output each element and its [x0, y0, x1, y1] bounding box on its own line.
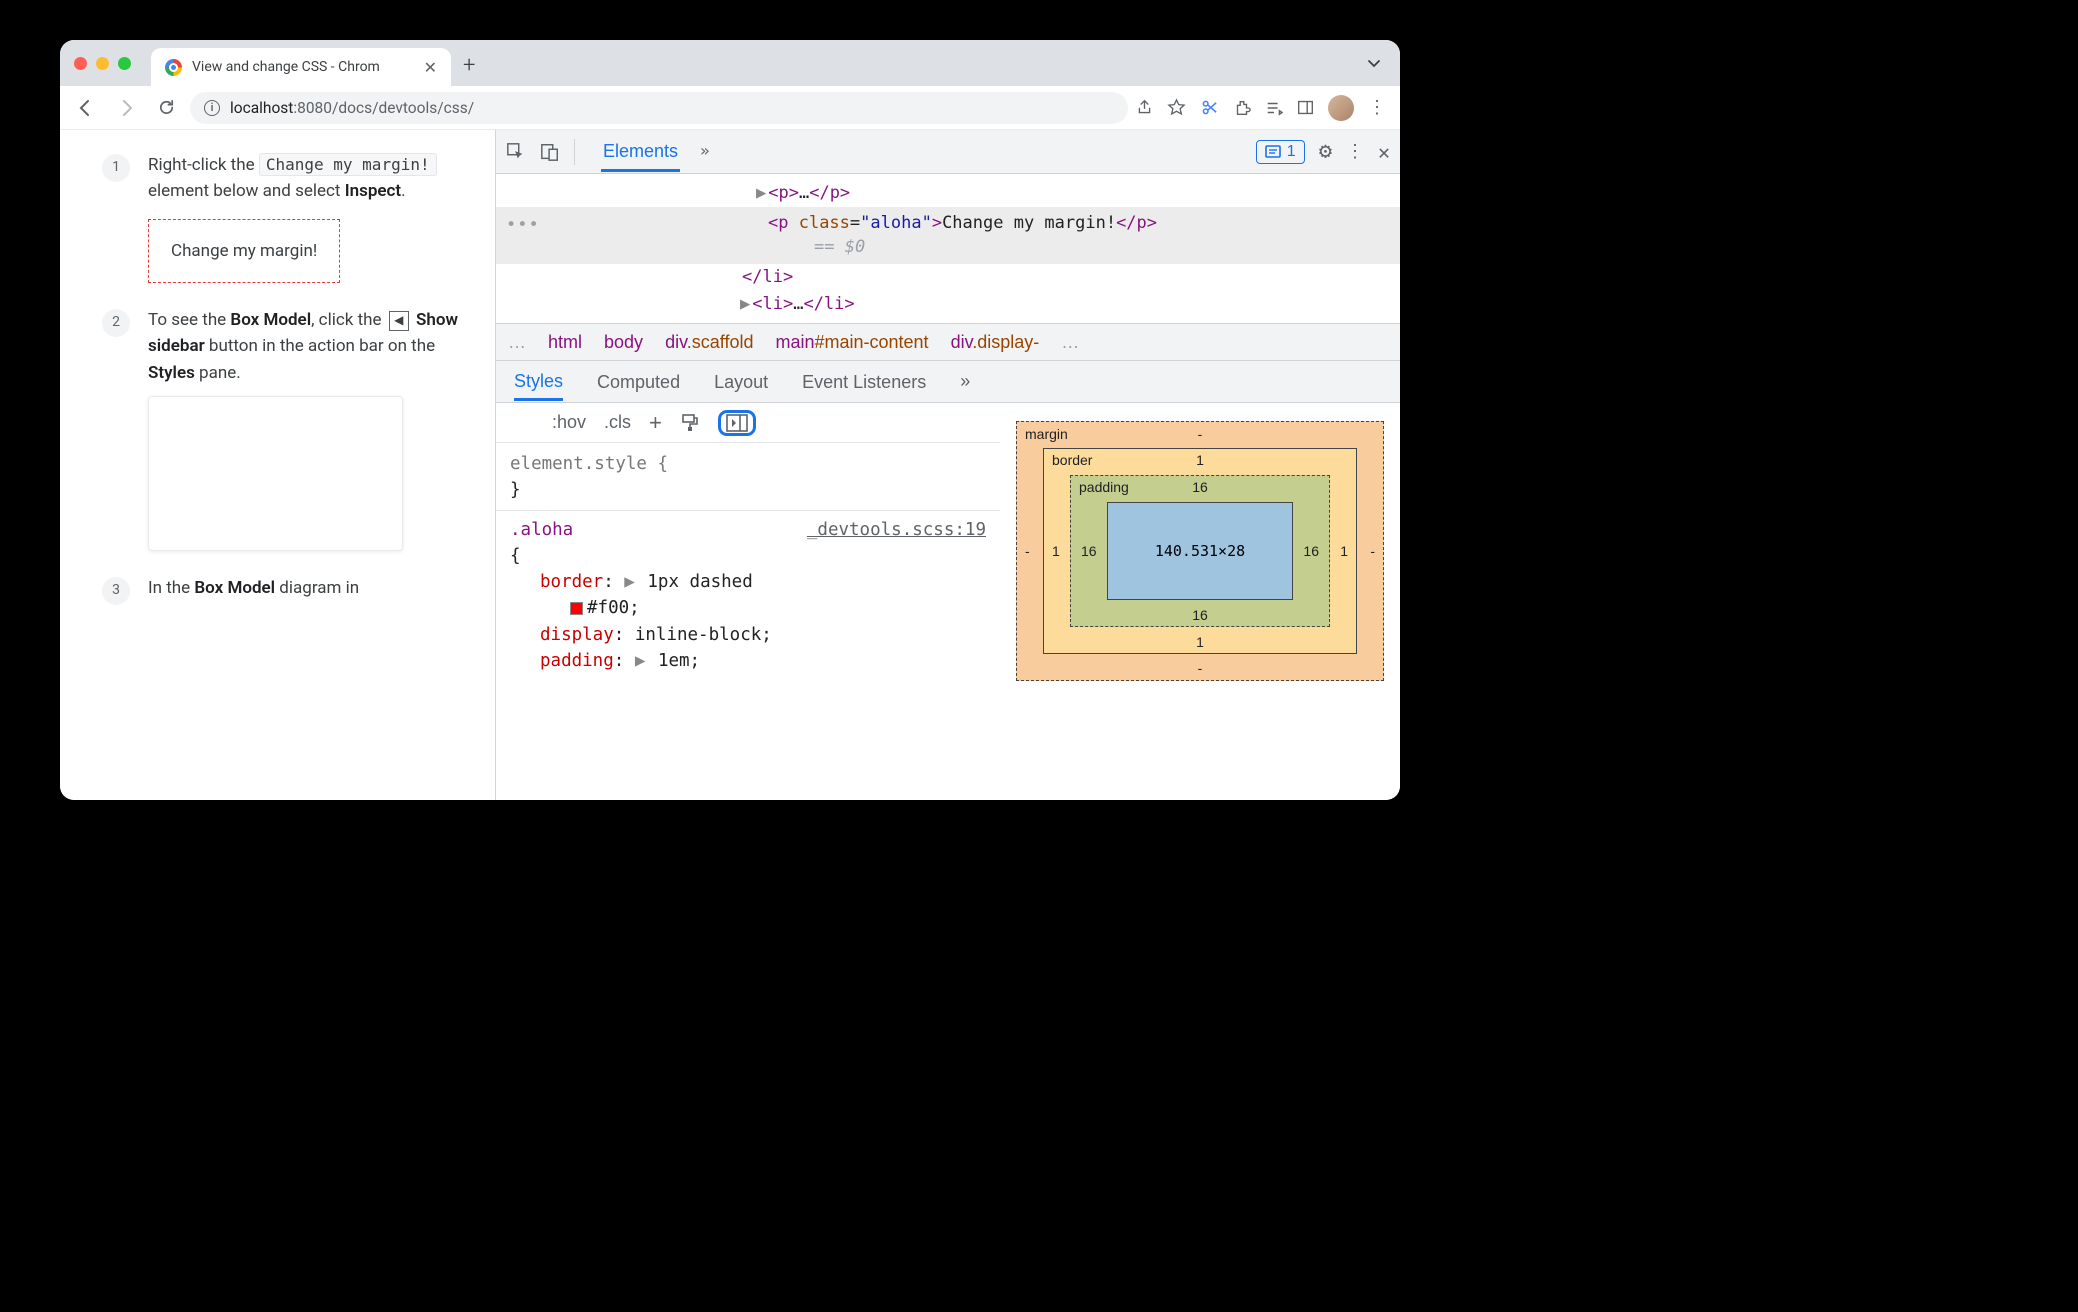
code-sample: Change my margin!: [259, 153, 437, 176]
color-swatch[interactable]: [570, 602, 583, 615]
show-sidebar-glyph-icon: ◀: [389, 311, 409, 331]
step-number: 3: [102, 577, 130, 605]
crumb-main[interactable]: main#main-content: [775, 332, 928, 353]
inspect-icon[interactable]: [506, 142, 526, 162]
devtools-pane: Elements » 1 ⚙ ⋮ ✕ ▶<p>…</p> ••• <p clas…: [495, 130, 1400, 800]
tab-event-listeners[interactable]: Event Listeners: [802, 364, 926, 399]
step-text: To see the Box Model, click the ◀ Show s…: [148, 307, 467, 551]
dom-tree[interactable]: ▶<p>…</p> ••• <p class="aloha">Change my…: [496, 174, 1400, 323]
minimize-window[interactable]: [96, 57, 109, 70]
content-area: 1 Right-click the Change my margin! elem…: [60, 130, 1400, 800]
tab-styles[interactable]: Styles: [514, 363, 563, 401]
bookmark-icon[interactable]: [1167, 98, 1186, 117]
forward-button[interactable]: [110, 92, 142, 124]
close-tab-icon[interactable]: ✕: [424, 58, 437, 77]
close-window[interactable]: [74, 57, 87, 70]
share-icon[interactable]: [1136, 99, 1153, 116]
device-toggle-icon[interactable]: [540, 142, 560, 162]
new-rule-icon[interactable]: +: [649, 410, 662, 436]
step-number: 1: [102, 154, 130, 182]
border-label: border: [1052, 452, 1092, 468]
new-tab-button[interactable]: +: [463, 53, 475, 78]
favicon-chrome-icon: [165, 59, 182, 76]
breadcrumb-bar[interactable]: … html body div.scaffold main#main-conte…: [496, 323, 1400, 361]
step-1: 1 Right-click the Change my margin! elem…: [102, 152, 467, 283]
back-button[interactable]: [70, 92, 102, 124]
profile-avatar[interactable]: [1328, 95, 1354, 121]
step-text: In the Box Model diagram in: [148, 575, 467, 605]
url: localhost:8080/docs/devtools/css/: [230, 99, 474, 117]
rules-body[interactable]: element.style { } _devtools.scss:19 .alo…: [496, 443, 1000, 682]
toolbar-actions: ⋮: [1136, 95, 1390, 121]
step-3: 3 In the Box Model diagram in: [102, 575, 467, 605]
css-rules-pane: :hov .cls + element.style { } _devtools.…: [496, 403, 1000, 800]
window-controls: [74, 57, 131, 70]
reload-button[interactable]: [150, 92, 182, 124]
rules-toolbar: :hov .cls +: [496, 403, 1000, 443]
browser-tab[interactable]: View and change CSS - Chrom ✕: [151, 48, 451, 86]
crumb-html[interactable]: html: [548, 332, 582, 353]
show-sidebar-icon[interactable]: [718, 410, 756, 436]
scissors-icon[interactable]: [1200, 98, 1219, 117]
sidepanel-icon[interactable]: [1297, 99, 1314, 116]
paint-icon[interactable]: [680, 413, 700, 433]
site-info-icon[interactable]: i: [204, 100, 220, 116]
devtools-toolbar: Elements » 1 ⚙ ⋮ ✕: [496, 130, 1400, 174]
more-style-tabs-icon[interactable]: »: [960, 371, 970, 392]
box-model-pane[interactable]: margin - - - - border 1 1 1 1 padding: [1000, 403, 1400, 800]
hov-button[interactable]: :hov: [552, 412, 586, 433]
padding-label: padding: [1079, 479, 1129, 495]
more-tabs-icon[interactable]: »: [700, 141, 710, 162]
toolbar: i localhost:8080/docs/devtools/css/ ⋮: [60, 86, 1400, 130]
crumb-body[interactable]: body: [604, 332, 643, 353]
content-size[interactable]: 140.531×28: [1107, 502, 1293, 600]
tab-computed[interactable]: Computed: [597, 364, 680, 399]
media-icon[interactable]: [1265, 99, 1283, 117]
cls-button[interactable]: .cls: [604, 412, 631, 433]
crumb-div-scaffold[interactable]: div.scaffold: [665, 332, 753, 353]
maximize-window[interactable]: [118, 57, 131, 70]
margin-label: margin: [1025, 426, 1068, 442]
demo-element[interactable]: Change my margin!: [148, 219, 340, 283]
tabs-dropdown-icon[interactable]: [1366, 55, 1382, 71]
browser-window: View and change CSS - Chrom ✕ + i localh…: [60, 40, 1400, 800]
step-number: 2: [102, 309, 130, 337]
settings-icon[interactable]: ⚙: [1319, 139, 1332, 164]
close-devtools-icon[interactable]: ✕: [1378, 140, 1390, 164]
rule-source-link[interactable]: _devtools.scss:19: [807, 517, 986, 543]
address-bar[interactable]: i localhost:8080/docs/devtools/css/: [190, 92, 1128, 124]
screenshot-thumbnail: [148, 396, 403, 551]
crumb-div-display[interactable]: div.display-: [951, 332, 1040, 353]
webpage-pane: 1 Right-click the Change my margin! elem…: [60, 130, 495, 800]
issues-count: 1: [1287, 143, 1296, 161]
issues-badge[interactable]: 1: [1256, 140, 1305, 164]
step-2: 2 To see the Box Model, click the ◀ Show…: [102, 307, 467, 551]
step-text: Right-click the Change my margin! elemen…: [148, 152, 467, 283]
extensions-icon[interactable]: [1233, 99, 1251, 117]
tab-title: View and change CSS - Chrom: [192, 59, 414, 75]
tab-strip: View and change CSS - Chrom ✕ +: [60, 40, 1400, 86]
devtools-tab-elements[interactable]: Elements: [601, 131, 680, 172]
styles-tabs: Styles Computed Layout Event Listeners »: [496, 361, 1400, 403]
selected-element[interactable]: ••• <p class="aloha">Change my margin!</…: [496, 207, 1400, 264]
tab-layout[interactable]: Layout: [714, 364, 768, 399]
